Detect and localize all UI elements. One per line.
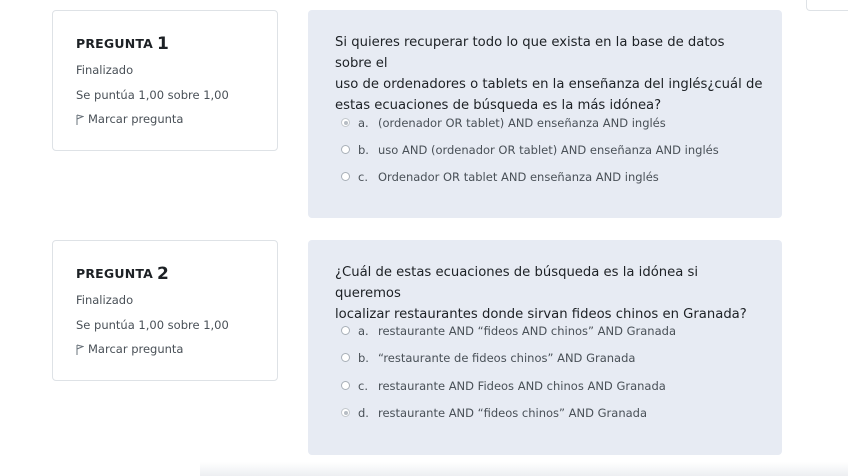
question-1-content: Si quieres recuperar todo lo que exista … — [308, 10, 782, 218]
answer-letter: c. — [358, 379, 368, 393]
question-label: PREGUNTA — [76, 36, 154, 51]
question-2-content: ¿Cuál de estas ecuaciones de búsqueda es… — [308, 240, 782, 455]
question-1-flag-link[interactable]: Marcar pregunta — [76, 112, 183, 126]
question-text-line: localizar restaurantes donde sirvan fide… — [335, 307, 747, 322]
answer-text: uso AND (ordenador OR tablet) AND enseña… — [378, 143, 719, 157]
answer-option-c[interactable]: c. restaurante AND Fideos AND chinos AND … — [341, 379, 666, 393]
question-1-state: Finalizado — [76, 63, 134, 77]
question-label: PREGUNTA — [76, 266, 154, 281]
question-2-state: Finalizado — [76, 293, 134, 307]
radio-button[interactable] — [341, 326, 350, 335]
answer-text: Ordenador OR tablet AND enseñanza AND in… — [378, 170, 659, 184]
answer-letter: a. — [358, 116, 369, 130]
radio-button[interactable] — [341, 172, 350, 181]
radio-button[interactable] — [341, 145, 350, 154]
flag-icon — [76, 344, 84, 355]
answer-text: “restaurante de fideos chinos” AND Grana… — [378, 351, 636, 365]
answer-letter: a. — [358, 324, 369, 338]
question-1-info: PREGUNTA 1 Finalizado Se puntúa 1,00 sobr… — [52, 10, 278, 151]
question-text-line: uso de ordenadores o tablets en la enseñ… — [335, 77, 763, 92]
page-edge-element — [806, 0, 848, 11]
question-2-number: PREGUNTA 2 — [76, 263, 170, 284]
flag-label: Marcar pregunta — [88, 112, 184, 126]
answer-letter: d. — [358, 406, 369, 420]
answer-option-a[interactable]: a. (ordenador OR tablet) AND enseñanza AN… — [341, 116, 666, 130]
answer-text: (ordenador OR tablet) AND enseñanza AND … — [378, 116, 666, 130]
radio-button[interactable] — [341, 353, 350, 362]
answer-text: restaurante AND Fideos AND chinos AND Gr… — [378, 379, 666, 393]
question-number: 1 — [157, 34, 170, 54]
question-text-line: ¿Cuál de estas ecuaciones de búsqueda es… — [335, 265, 699, 301]
answer-option-b[interactable]: b. uso AND (ordenador OR tablet) AND ense… — [341, 143, 719, 157]
answer-option-d[interactable]: d. restaurante AND “fideos chinos” AND Gr… — [341, 406, 647, 420]
question-text-line: estas ecuaciones de búsqueda es la más i… — [335, 98, 662, 113]
question-2-grade: Se puntúa 1,00 sobre 1,00 — [76, 318, 229, 332]
question-1-text: Si quieres recuperar todo lo que exista … — [335, 32, 765, 116]
bottom-shadow — [200, 462, 848, 476]
answer-text: restaurante AND “fideos AND chinos” AND … — [378, 324, 676, 338]
answer-text: restaurante AND “fideos chinos” AND Gran… — [378, 406, 648, 420]
radio-button[interactable] — [341, 118, 350, 127]
answer-option-b[interactable]: b. “restaurante de fideos chinos” AND Gra… — [341, 351, 635, 365]
flag-label: Marcar pregunta — [88, 342, 184, 356]
question-text-line: Si quieres recuperar todo lo que exista … — [335, 35, 725, 71]
question-2-info: PREGUNTA 2 Finalizado Se puntúa 1,00 sobr… — [52, 240, 278, 381]
question-1-number: PREGUNTA 1 — [76, 33, 170, 54]
question-number: 2 — [157, 264, 170, 284]
answer-letter: c. — [358, 170, 368, 184]
radio-button[interactable] — [341, 408, 350, 417]
answer-letter: b. — [358, 143, 369, 157]
question-1-grade: Se puntúa 1,00 sobre 1,00 — [76, 88, 229, 102]
radio-button[interactable] — [341, 381, 350, 390]
question-2-text: ¿Cuál de estas ecuaciones de búsqueda es… — [335, 262, 765, 325]
flag-icon — [76, 114, 84, 125]
answer-option-c[interactable]: c. Ordenador OR tablet AND enseñanza AND … — [341, 170, 659, 184]
answer-option-a[interactable]: a. restaurante AND “fideos AND chinos” AN… — [341, 324, 676, 338]
answer-letter: b. — [358, 351, 369, 365]
question-2-flag-link[interactable]: Marcar pregunta — [76, 342, 183, 356]
